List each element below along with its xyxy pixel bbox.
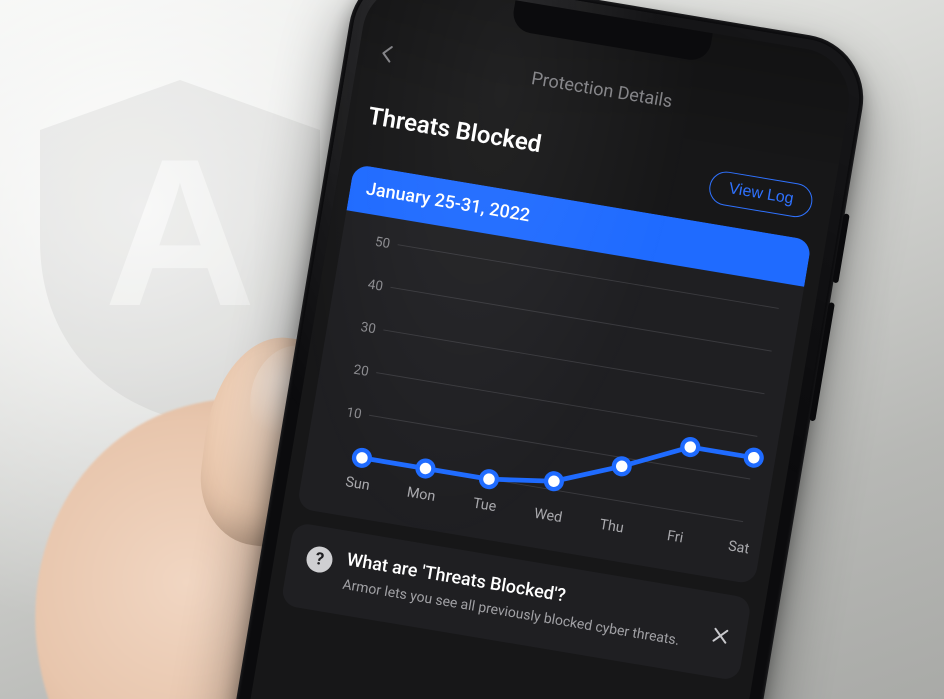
chart-gridline: [376, 373, 757, 437]
help-icon: ?: [305, 544, 335, 574]
chart-y-tick: 20: [352, 363, 369, 380]
close-icon[interactable]: [708, 623, 733, 648]
chart-x-tick: Wed: [533, 505, 564, 526]
app-root: Protection Details Threats Blocked View …: [221, 0, 857, 699]
chart-y-tick: 40: [367, 277, 384, 294]
section-title: Threats Blocked: [366, 102, 543, 159]
chart-x-tick: Tue: [472, 495, 498, 516]
chart-x-tick: Sat: [727, 537, 751, 557]
phone-side-button: [809, 302, 835, 421]
chart-x-tick: Sun: [344, 473, 371, 494]
chart-y-tick: 10: [345, 405, 362, 422]
threats-line-chart: 50 40 30 20 10 Sun Mon Tue Wed Thu Fri Sat: [313, 228, 791, 565]
chart-x-tick: Mon: [406, 484, 437, 505]
chart-gridline: [383, 330, 764, 394]
phone-side-button: [832, 213, 849, 283]
chart-x-tick: Fri: [666, 527, 685, 546]
svg-text:A: A: [104, 115, 256, 350]
chart-y-tick: 30: [360, 320, 377, 337]
scene: A Protection Details Threats Blocked: [0, 0, 944, 699]
chart-gridline: [390, 287, 771, 351]
chart-y-tick: 50: [374, 235, 391, 252]
phone: Protection Details Threats Blocked View …: [205, 0, 873, 699]
chart-card: January 25-31, 2022 5040302010SunMonTueW…: [297, 164, 812, 585]
chart-x-tick: Thu: [598, 516, 625, 537]
view-log-button[interactable]: View Log: [707, 169, 815, 220]
phone-screen: Protection Details Threats Blocked View …: [221, 0, 857, 699]
